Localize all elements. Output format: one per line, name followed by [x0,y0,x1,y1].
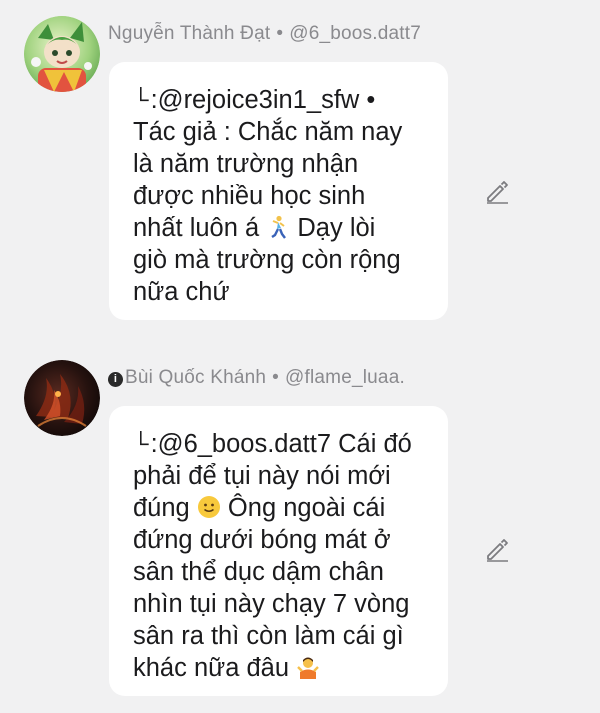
comment-line: được nhiều học sinh [133,182,366,210]
reply-mention[interactable]: :@rejoice3in1_sfw • [151,86,376,114]
comment-line-tail: Ông ngoài cái [227,494,386,522]
comment-line: khác nữa đâu [133,654,290,682]
comment-meta: i Bùi Quốc Khánh • @flame_luaa. [108,367,405,389]
comment-line: phải để tụi này nói mới [133,462,391,490]
edit-pencil-icon[interactable] [484,178,510,204]
shrug-person-emoji-icon [297,657,319,679]
author-name[interactable]: Nguyễn Thành Đạt [108,23,270,44]
anime-avatar-icon [24,16,100,92]
comment-bubble: └:@rejoice3in1_sfw • Tác giả : Chắc năm … [109,62,448,320]
dancing-person-emoji-icon [271,215,287,239]
comment-line: sân ra thì còn làm cái gì [133,622,404,650]
comment-line: nhìn tụi này chạy 7 vòng [133,590,410,618]
edit-pencil-icon[interactable] [484,536,510,562]
comment-line: Tác giả : Chắc năm nay [133,118,403,146]
comment-item: i Bùi Quốc Khánh • @flame_luaa. └:@6_boos.d… [0,340,600,713]
meta-separator: • [276,23,284,44]
comment-text: └:@rejoice3in1_sfw • Tác giả : Chắc năm … [133,84,430,308]
comment-line: đứng dưới bóng mát ở [133,526,391,554]
avatar[interactable] [24,16,100,92]
slight-smile-emoji-icon [197,496,220,518]
comment-meta: Nguyễn Thành Đạt • @6_boos.datt7 [108,23,421,45]
comment-item: Nguyễn Thành Đạt • @6_boos.datt7 └:@rejoic… [0,0,600,340]
comment-line: là năm trường nhận [133,150,359,178]
author-name[interactable]: Bùi Quốc Khánh [125,367,266,388]
dark-fire-avatar-icon [24,360,100,436]
comment-line: sân thể dục dậm chân [133,558,384,586]
comment-line: giò mà trường còn rộng [133,246,401,274]
meta-separator: • [272,367,280,388]
reply-mention[interactable]: :@6_boos.datt7 Cái đó [151,430,412,458]
avatar[interactable] [24,360,100,436]
info-badge-icon: i [108,372,123,387]
comment-line: đúng [133,494,190,522]
reply-arrow-icon: └ [133,87,149,112]
comment-text: └:@6_boos.datt7 Cái đó phải để tụi này n… [133,428,430,684]
comment-line-tail: Dạy lòi [297,214,376,242]
author-handle[interactable]: @flame_luaa. [285,367,405,388]
comment-line: nhất luôn á [133,214,260,242]
reply-arrow-icon: └ [133,431,149,456]
author-handle[interactable]: @6_boos.datt7 [289,23,421,44]
comment-bubble: └:@6_boos.datt7 Cái đó phải để tụi này n… [109,406,448,696]
comment-line: nữa chứ [133,278,230,306]
